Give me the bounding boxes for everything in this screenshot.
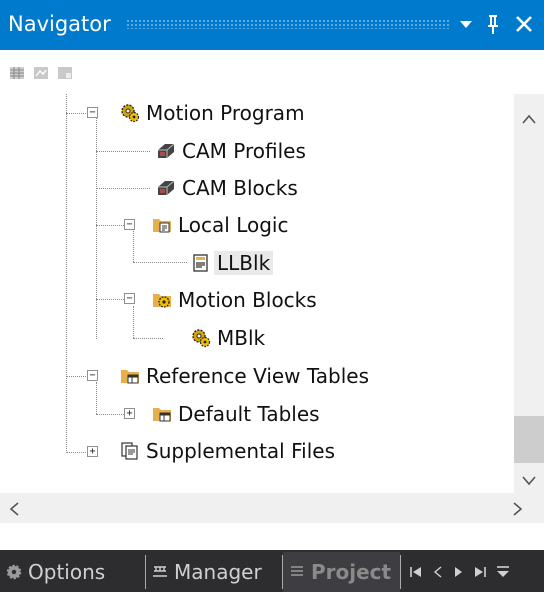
navigator-tab-bar: Options Manager Project: [0, 523, 544, 592]
menu-icon[interactable]: [492, 561, 514, 583]
tab-options[interactable]: Options: [0, 552, 146, 592]
tree-guide-line: [66, 376, 86, 377]
tree-guide-line: [96, 188, 150, 189]
horizontal-scroll-thumb[interactable]: [40, 493, 510, 523]
grid-view-icon[interactable]: [9, 65, 25, 81]
tree-item-label: LLBlk: [214, 251, 274, 275]
close-icon[interactable]: [511, 10, 537, 38]
tab-label: Options: [28, 560, 106, 584]
scroll-up-icon[interactable]: [521, 110, 537, 129]
tab-divider: [400, 555, 401, 589]
tree-item-label: Supplemental Files: [146, 439, 335, 463]
expand-supplemental-files-button[interactable]: +: [87, 446, 98, 457]
tree-guide-line: [96, 414, 124, 415]
tree-item-default-tables[interactable]: Default Tables: [152, 398, 320, 430]
collapse-reference-view-tables-button[interactable]: −: [87, 370, 98, 381]
tree-item-label: Motion Blocks: [178, 288, 317, 312]
tree-item-label: Reference View Tables: [146, 364, 370, 388]
title-grip: [126, 19, 450, 29]
property-view-icon[interactable]: [33, 65, 49, 81]
tree-guide-line: [133, 338, 163, 339]
tree-guide-line: [66, 94, 67, 453]
prev-icon[interactable]: [427, 561, 449, 583]
tree-item-cam-profiles[interactable]: CAM Profiles: [156, 135, 306, 167]
pin-icon[interactable]: [482, 10, 504, 38]
tree-guide-line: [96, 151, 150, 152]
tree-item-supplemental-files[interactable]: Supplemental Files: [120, 435, 335, 467]
tree-item-label: Default Tables: [178, 402, 320, 426]
collapse-motion-blocks-button[interactable]: −: [124, 293, 135, 304]
gear-icon: [4, 562, 24, 582]
tree-item-local-logic[interactable]: Local Logic: [152, 209, 288, 241]
tree-item-mblk[interactable]: MBlk: [191, 322, 265, 354]
tree-guide-line: [96, 382, 97, 414]
folder-table-icon: [120, 366, 140, 386]
tree-guide-line: [66, 113, 86, 114]
tab-label: Manager: [174, 560, 262, 584]
next-icon[interactable]: [447, 561, 469, 583]
window-options-dropdown-icon[interactable]: [455, 10, 477, 38]
tree-item-motion-program[interactable]: Motion Program: [120, 97, 305, 129]
gear-program-icon: [120, 103, 140, 123]
scroll-right-icon[interactable]: [512, 501, 524, 521]
expand-default-tables-button[interactable]: +: [124, 408, 135, 419]
tree-item-label: CAM Blocks: [182, 176, 298, 200]
tree-item-reference-view-tables[interactable]: Reference View Tables: [120, 360, 369, 392]
logic-block-icon: [191, 253, 211, 273]
navigator-toolbar: [0, 50, 544, 94]
scroll-left-icon[interactable]: [8, 501, 20, 521]
folder-gear-icon: [152, 290, 172, 310]
first-icon[interactable]: [405, 561, 427, 583]
tree-guide-line: [96, 225, 124, 226]
project-tree[interactable]: − − − − + + Motion Program CAM Profiles: [0, 94, 514, 493]
tree-guide-line: [96, 299, 124, 300]
tree-guide-line: [133, 231, 134, 262]
gear-program-icon: [191, 328, 211, 348]
cam-icon: [156, 141, 176, 161]
tree-item-label: MBlk: [217, 326, 266, 350]
split-view-icon[interactable]: [57, 65, 73, 81]
tab-manager[interactable]: Manager: [146, 552, 283, 592]
horizontal-scrollbar[interactable]: [0, 493, 544, 523]
vertical-scrollbar[interactable]: [514, 94, 544, 493]
tree-guide-line: [66, 452, 86, 453]
tree-item-llblk[interactable]: LLBlk: [191, 247, 274, 279]
files-icon: [120, 441, 140, 461]
cam-icon: [156, 178, 176, 198]
last-icon[interactable]: [469, 561, 491, 583]
tab-project[interactable]: Project: [283, 552, 400, 592]
tab-label: Project: [311, 560, 392, 584]
vertical-scroll-thumb[interactable]: [514, 416, 544, 463]
collapse-motion-program-button[interactable]: −: [87, 107, 98, 118]
navigator-title-bar[interactable]: Navigator: [0, 0, 544, 50]
list-icon: [287, 562, 307, 582]
tree-item-label: Motion Program: [146, 101, 305, 125]
collapse-local-logic-button[interactable]: −: [124, 219, 135, 230]
tree-item-cam-blocks[interactable]: CAM Blocks: [156, 172, 298, 204]
scroll-down-icon[interactable]: [521, 472, 537, 491]
tree-guide-line: [133, 306, 134, 338]
folder-logic-icon: [152, 215, 172, 235]
window-title: Navigator: [8, 12, 111, 36]
tree-item-label: CAM Profiles: [182, 139, 306, 163]
tree-item-motion-blocks[interactable]: Motion Blocks: [152, 284, 317, 316]
tree-item-label: Local Logic: [178, 213, 289, 237]
folder-table-icon: [152, 404, 172, 424]
tree-guide-line: [133, 262, 187, 263]
manager-icon: [150, 562, 170, 582]
